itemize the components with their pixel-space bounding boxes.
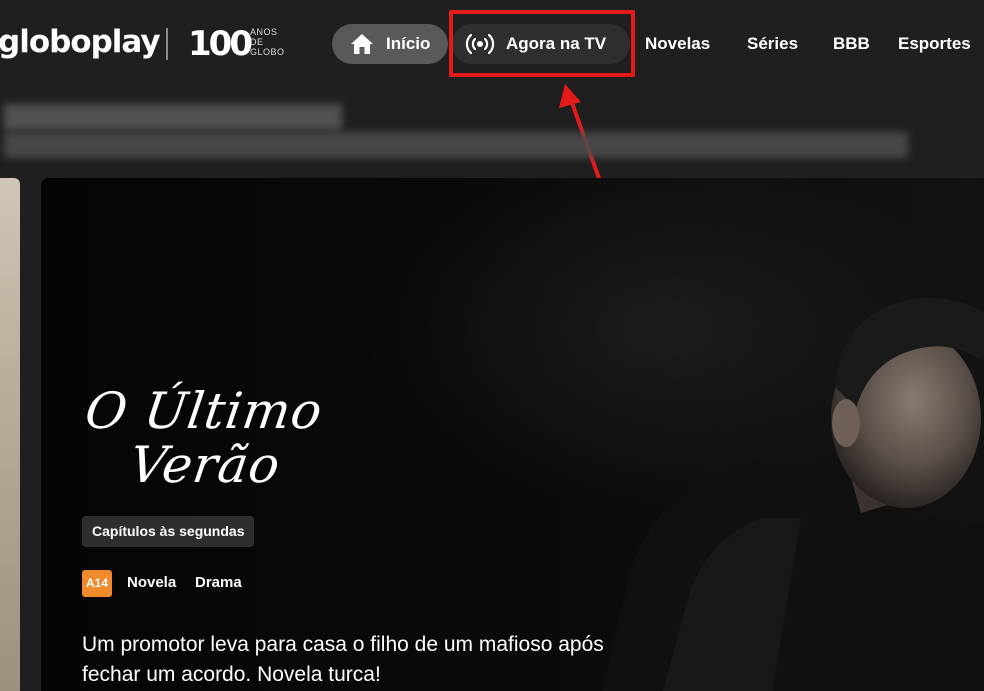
nav-item-bbb[interactable]: BBB bbox=[833, 24, 870, 64]
age-rating-badge: A14 bbox=[82, 570, 112, 597]
redacted-text-line bbox=[4, 104, 342, 130]
show-title-logo: O Último Verão bbox=[74, 382, 329, 494]
nav-item-esportes[interactable]: Esportes bbox=[898, 24, 971, 64]
page: globoplay 100 ANOS DE GLOBO Início Agora… bbox=[0, 0, 984, 691]
schedule-badge: Capítulos às segundas bbox=[82, 516, 255, 547]
previous-card-thumbnail[interactable] bbox=[0, 178, 20, 691]
highlight-box bbox=[449, 10, 635, 77]
top-nav: globoplay 100 ANOS DE GLOBO Início Agora… bbox=[0, 0, 984, 90]
centenary-number: 100 bbox=[188, 24, 253, 64]
genre-label: Drama bbox=[195, 574, 242, 591]
hero-person-image bbox=[602, 297, 984, 691]
genre-label: Novela bbox=[127, 574, 177, 591]
show-title-line-2: Verão bbox=[126, 436, 285, 494]
nav-label-inicio: Início bbox=[386, 34, 431, 53]
nav-item-novelas[interactable]: Novelas bbox=[645, 24, 710, 64]
show-title-line-1: O Último bbox=[81, 382, 327, 440]
globoplay-logo[interactable]: globoplay bbox=[0, 24, 161, 60]
home-icon bbox=[351, 34, 373, 54]
logo-divider bbox=[166, 28, 168, 60]
redacted-text-line bbox=[4, 132, 908, 158]
nav-item-series[interactable]: Séries bbox=[747, 24, 798, 64]
nav-item-inicio[interactable]: Início bbox=[332, 24, 448, 64]
centenary-caption: ANOS DE GLOBO bbox=[250, 27, 285, 57]
show-synopsis: Um promotor leva para casa o filho de um… bbox=[82, 633, 604, 686]
